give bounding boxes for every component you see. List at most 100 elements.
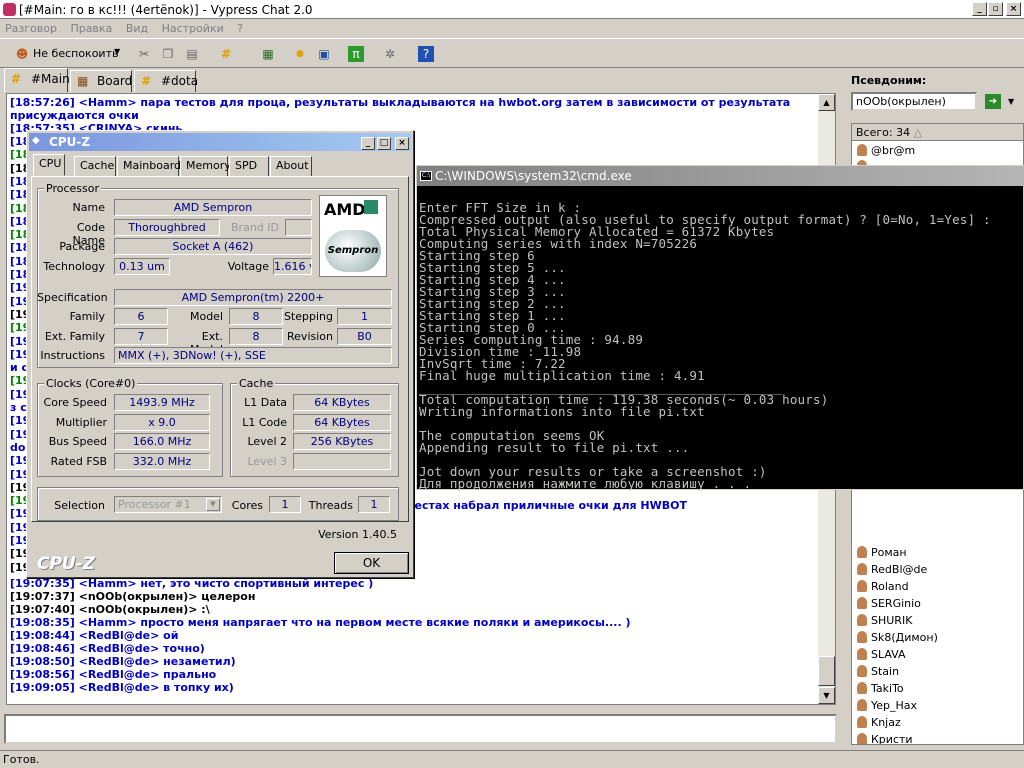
tab-cache[interactable]: Cache (74, 156, 116, 176)
tab-mainboard[interactable]: Mainboard (117, 156, 181, 176)
menu-settings[interactable]: Настройки (157, 19, 229, 38)
user-icon (857, 665, 867, 677)
pi-icon[interactable]: π (348, 46, 364, 62)
list-item[interactable]: Yep_Hax (857, 699, 917, 715)
selection-label: Selection (54, 499, 105, 512)
channel-icon: # (141, 74, 152, 88)
tab-about[interactable]: About (270, 156, 312, 176)
menu-view[interactable]: Вид (121, 19, 153, 38)
corespeed-label: Core Speed (43, 396, 107, 409)
package-value: Socket A (462) (114, 238, 312, 255)
model-value: 8 (229, 308, 283, 325)
cpuz-close-button[interactable]: × (395, 137, 409, 150)
codename-value: Thoroughbred (114, 219, 220, 236)
board-icon: ▦ (77, 74, 89, 88)
extfamily-label: Ext. Family (44, 330, 105, 343)
selection-dropdown[interactable]: Processor #1 ▼ (114, 496, 222, 513)
l1data-value: 64 KBytes (293, 394, 391, 411)
ok-button[interactable]: OK (334, 552, 409, 574)
window-title: [#Main: го в кс!!! (4ertёnok)] - Vypress… (19, 3, 313, 17)
status-dropdown[interactable]: Не беспокоить (33, 47, 118, 60)
busspeed-value: 166.0 MHz (114, 433, 210, 450)
tab-cpu[interactable]: CPU (33, 154, 65, 176)
chat-line: [19:08:44] <RedBl@de> ой (10, 629, 179, 642)
user-icon (857, 733, 867, 744)
chevron-down-icon[interactable]: ▼ (206, 498, 220, 511)
list-item[interactable]: Кристи (857, 733, 913, 744)
revision-value: B0 (337, 328, 392, 345)
list-item[interactable]: Roland (857, 580, 909, 596)
corespeed-value: 1493.9 MHz (114, 394, 210, 411)
cut-icon[interactable]: ✂ (134, 44, 154, 64)
scroll-thumb[interactable] (818, 656, 835, 686)
family-value: 6 (114, 308, 168, 325)
list-item[interactable]: SLAVA (857, 648, 906, 664)
brandid-value (285, 219, 312, 236)
app-icon (3, 3, 16, 16)
chevron-down-icon[interactable]: ▼ (114, 47, 120, 56)
user-icon (857, 580, 867, 592)
help-icon[interactable]: ? (418, 46, 434, 62)
extfamily-value: 7 (114, 328, 168, 345)
list-item[interactable]: TakiTo (857, 682, 904, 698)
copy-icon[interactable]: ❐ (158, 44, 178, 64)
user-icon (857, 699, 867, 711)
menu-help[interactable]: ? (232, 19, 248, 38)
version-label: Version 1.40.5 (318, 528, 397, 541)
address-book-icon[interactable]: ▣ (314, 44, 334, 64)
close-button[interactable]: × (1006, 2, 1021, 16)
nick-input[interactable]: nOOb(окрылен) (851, 92, 977, 111)
list-item[interactable]: RedBl@de (857, 563, 927, 579)
multiplier-label: Multiplier (55, 416, 107, 429)
cmd-window[interactable]: C:\ C:\WINDOWS\system32\cmd.exe Enter FF… (416, 165, 1024, 491)
list-item[interactable]: Роман (857, 546, 907, 562)
log-icon[interactable]: ▦ (258, 44, 278, 64)
maximize-button[interactable]: ▫ (988, 2, 1003, 16)
menu-edit[interactable]: Правка (65, 19, 117, 38)
tab-spd[interactable]: SPD (229, 156, 269, 176)
console-line: Для продолжения нажмите любую клавишу . … (419, 476, 752, 491)
nick-label: Псевдоним: (851, 74, 927, 87)
spec-value: AMD Sempron(tm) 2200+ (114, 289, 392, 306)
busspeed-label: Bus Speed (48, 435, 107, 448)
instructions-label: Instructions (40, 349, 105, 362)
console-line: Appending result to file pi.txt ... (419, 440, 690, 455)
cores-value: 1 (269, 496, 301, 513)
menu-bar: Разговор Правка Вид Настройки ? (0, 19, 1024, 38)
menu-conversation[interactable]: Разговор (0, 19, 62, 38)
scroll-up-button[interactable]: ▲ (818, 94, 835, 111)
status-icon[interactable]: ☻ (12, 44, 32, 64)
threads-value: 1 (358, 496, 390, 513)
tab-memory[interactable]: Memory (180, 156, 231, 176)
channel-icon[interactable]: # (216, 44, 236, 64)
message-input[interactable] (4, 714, 837, 744)
stepping-label: Stepping (283, 310, 333, 323)
arrow-right-icon[interactable]: ➔ (985, 94, 1001, 109)
chevron-down-icon[interactable]: ▼ (1008, 97, 1014, 106)
chat-line: честах набрал приличные очки для HWBOT (407, 499, 688, 512)
chat-line: [19:07:35] <Hamm> нет, это чисто спортив… (10, 577, 374, 590)
list-item[interactable]: Stain (857, 665, 899, 681)
tab-main[interactable]: # #Main (4, 68, 70, 92)
tab-dota[interactable]: # #dota (134, 70, 198, 92)
gear-icon[interactable]: ✲ (380, 44, 400, 64)
list-item[interactable]: Sk8(Димон) (857, 631, 938, 647)
paste-icon[interactable]: ▤ (182, 44, 202, 64)
tab-board[interactable]: ▦ Board (70, 70, 132, 92)
ratedfsb-label: Rated FSB (50, 455, 107, 468)
brandid-label: Brand ID (231, 221, 279, 234)
list-item[interactable]: SHURIK (857, 614, 912, 630)
scroll-down-button[interactable]: ▼ (818, 687, 835, 704)
minimize-button[interactable]: _ (972, 2, 987, 16)
sun-icon[interactable]: ✹ (290, 44, 310, 64)
list-item[interactable]: @br@m (857, 144, 915, 160)
cores-label: Cores (231, 499, 263, 512)
cpuz-minimize-button[interactable]: _ (361, 137, 375, 150)
list-item[interactable]: Knjaz (857, 716, 901, 732)
cpuz-maximize-button[interactable]: □ (377, 137, 391, 150)
channel-icon: # (11, 72, 22, 86)
list-item[interactable]: SERGinio (857, 597, 921, 613)
chat-line: присуждаются очки (10, 109, 139, 122)
chat-line: [19:08:35] <Hamm> просто меня напрягает … (10, 616, 631, 629)
level2-value: 256 KBytes (293, 433, 391, 450)
